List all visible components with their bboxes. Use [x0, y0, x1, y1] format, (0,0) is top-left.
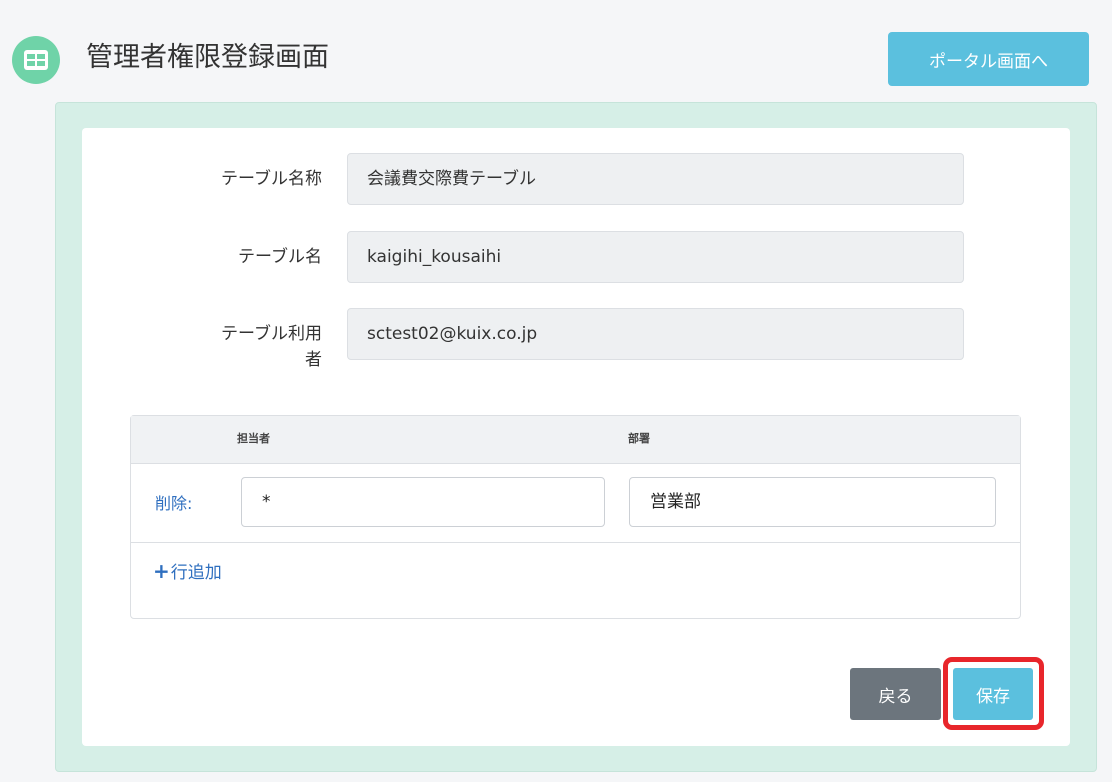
table-user-label-line1: テーブル利用 — [221, 324, 322, 344]
table-header: 担当者 部署 — [131, 416, 1020, 464]
add-row-label: 行追加 — [170, 563, 222, 583]
portal-screen-button[interactable]: ポータル画面へ — [888, 32, 1089, 86]
back-button[interactable]: 戻る — [850, 668, 941, 720]
plus-icon: + — [153, 559, 170, 583]
assignment-table: 担当者 部署 削除: * 営業部 +行追加 — [130, 415, 1021, 619]
row-divider — [131, 542, 1020, 543]
table-display-name-field: 会議費交際費テーブル — [347, 153, 964, 205]
add-row-link[interactable]: +行追加 — [153, 558, 222, 583]
table-user-field: sctest02@kuix.co.jp — [347, 308, 964, 360]
delete-row-link[interactable]: 削除: — [155, 490, 192, 514]
table-user-label: テーブル利用 者 — [122, 321, 322, 373]
column-header-department: 部署 — [628, 432, 650, 445]
department-input[interactable]: 営業部 — [629, 477, 996, 527]
table-name-label: テーブル名 — [238, 247, 322, 267]
table-name-field: kaigihi_kousaihi — [347, 231, 964, 283]
save-button[interactable]: 保存 — [953, 668, 1033, 720]
table-icon — [12, 36, 60, 84]
person-input[interactable]: * — [241, 477, 605, 527]
column-header-person: 担当者 — [237, 432, 270, 445]
page-title: 管理者権限登録画面 — [86, 42, 329, 73]
table-user-label-line2: 者 — [305, 350, 322, 370]
table-display-name-label: テーブル名称 — [221, 169, 322, 189]
